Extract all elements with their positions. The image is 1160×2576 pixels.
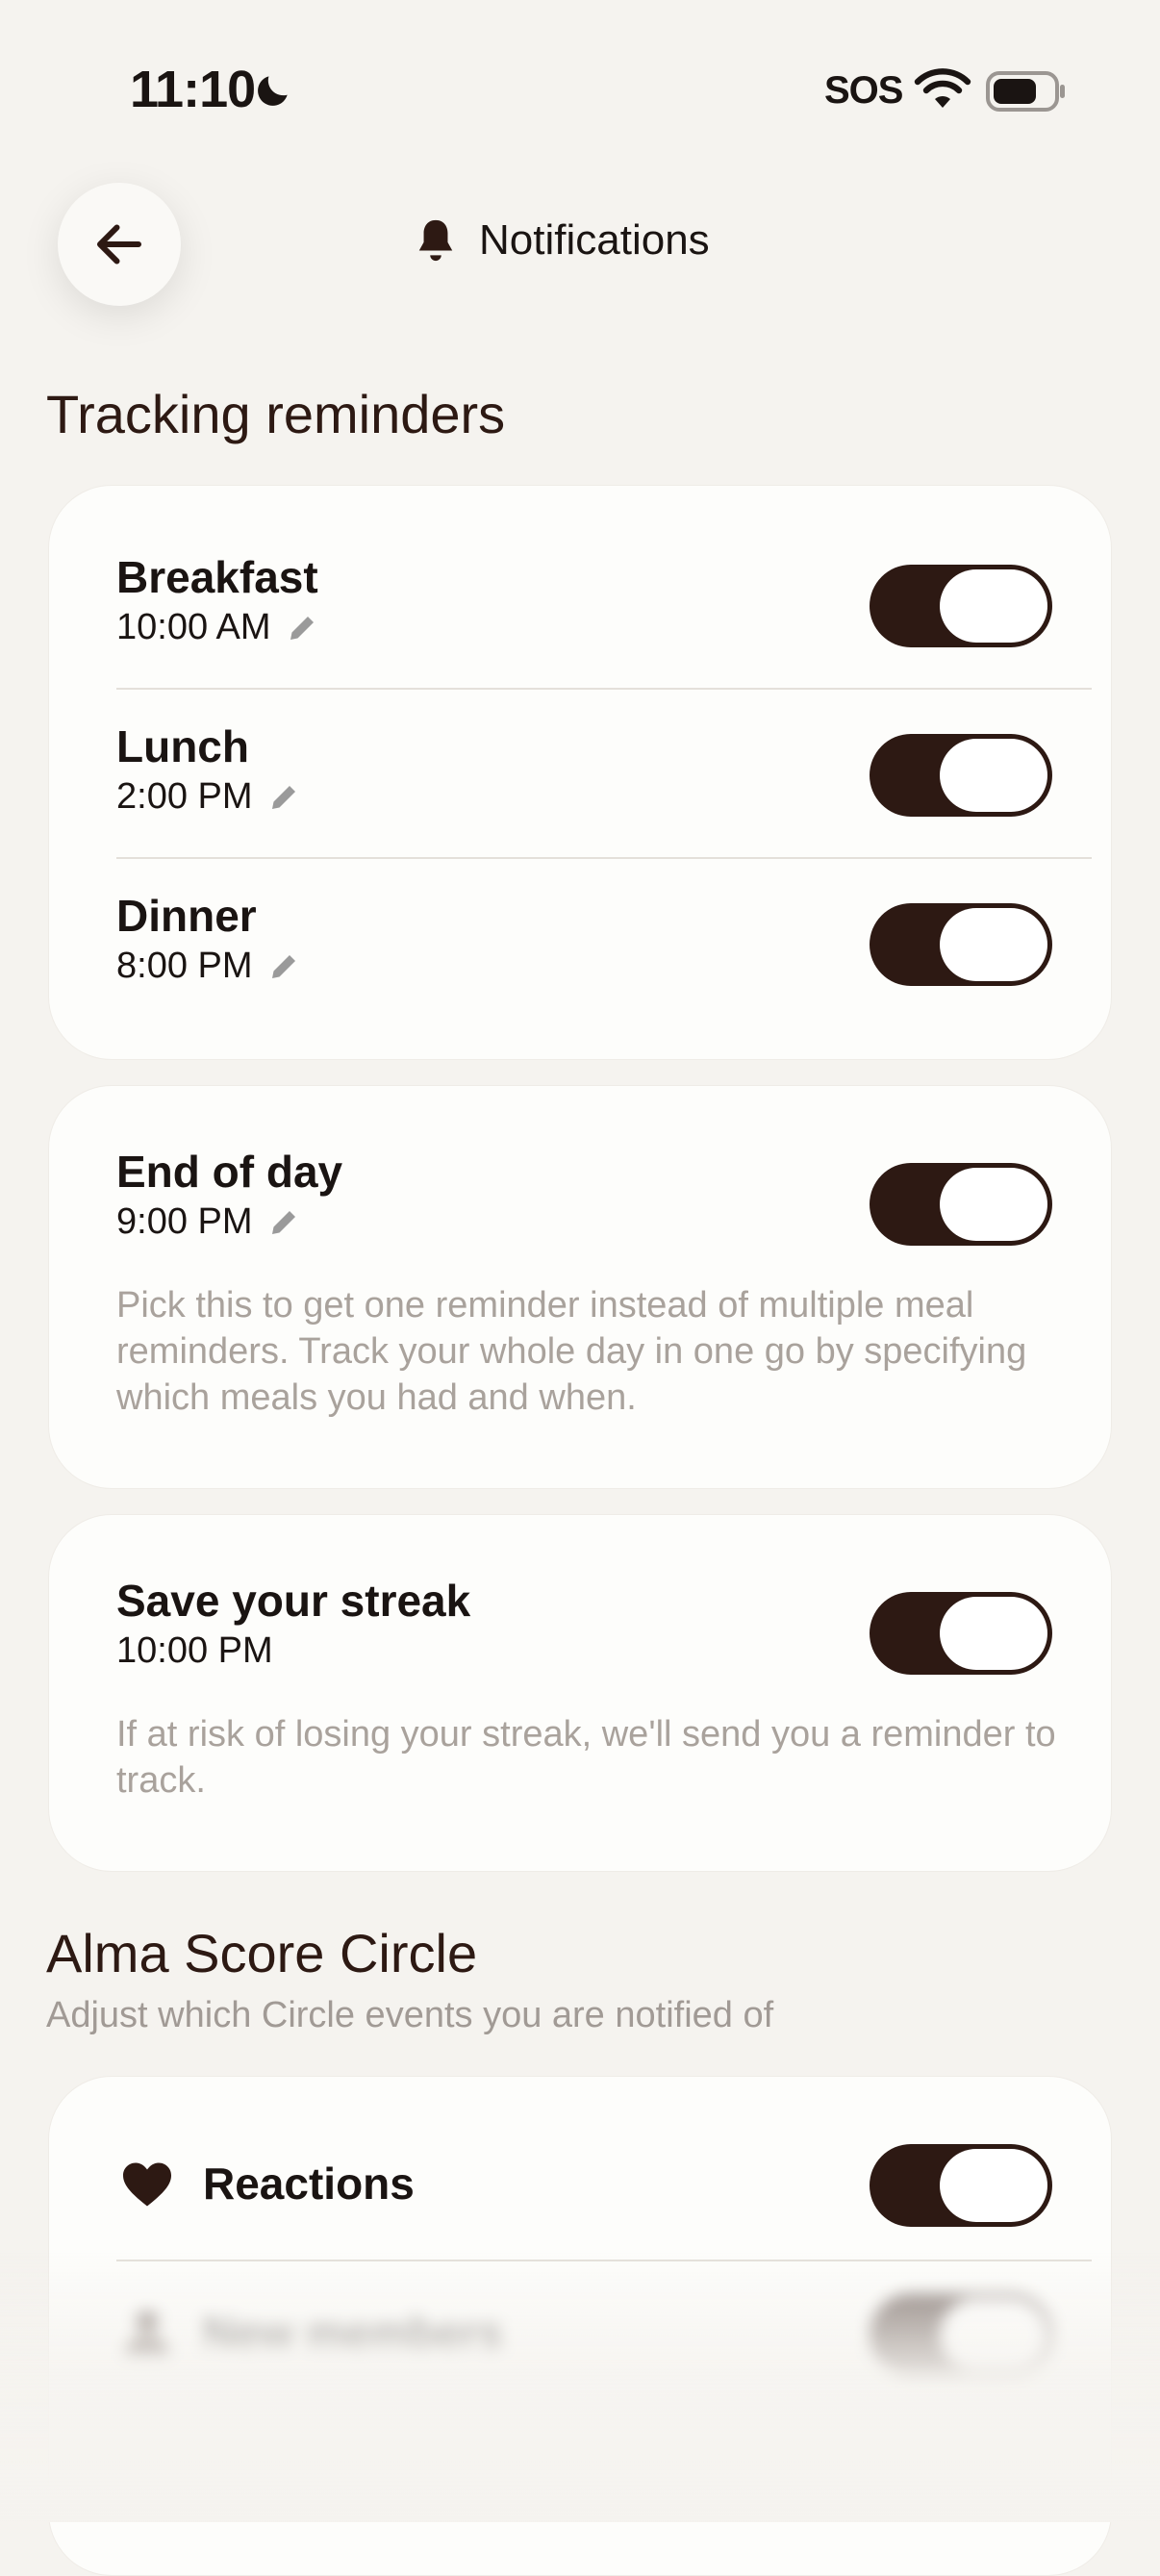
circle-heading: Alma Score Circle [46,1923,478,1983]
pencil-icon[interactable] [266,949,301,984]
end-of-day-time-text: 9:00 PM [116,1201,253,1242]
streak-time: 10:00 PM [116,1630,273,1672]
sos-indicator: SOS [824,69,903,112]
meal-reminders-card: Breakfast 10:00 AM Lunch 2:00 PM Dinner … [48,485,1112,1060]
person-icon [125,2311,169,2357]
end-of-day-toggle[interactable] [870,1163,1052,1246]
circle-card: Reactions New members [48,2076,1112,2576]
breakfast-time-text: 10:00 AM [116,607,271,647]
dinner-time-text: 8:00 PM [116,946,253,986]
divider [116,857,1092,859]
end-of-day-label: End of day [116,1147,343,1197]
lunch-time-text: 2:00 PM [116,776,253,817]
streak-description: If at risk of losing your streak, we'll … [116,1714,1056,1801]
bell-icon [418,219,453,262]
new-members-toggle[interactable] [870,2294,1052,2377]
tracking-reminders-heading: Tracking reminders [46,384,506,444]
new-members-label: New members [203,2309,503,2359]
lunch-label: Lunch [116,721,249,771]
page-header: Notifications [414,212,710,269]
streak-toggle[interactable] [870,1592,1052,1675]
status-time: 11:10 [130,61,256,118]
back-button[interactable] [58,183,181,306]
toggle-knob [940,2149,1047,2222]
breakfast-toggle[interactable] [870,565,1052,647]
toggle-knob [940,1168,1047,1241]
divider [116,688,1092,690]
toggle-knob [940,2299,1047,2372]
battery-icon [986,71,1065,112]
end-of-day-time[interactable]: 9:00 PM [116,1201,301,1243]
page-title: Notifications [479,216,710,264]
lunch-time[interactable]: 2:00 PM [116,776,301,818]
streak-label: Save your streak [116,1576,471,1626]
circle-subheading: Adjust which Circle events you are notif… [46,1995,774,2035]
pencil-icon[interactable] [266,780,301,815]
dinner-label: Dinner [116,891,257,941]
pencil-icon[interactable] [266,1205,301,1240]
reactions-label: Reactions [203,2159,415,2209]
end-of-day-description: Pick this to get one reminder instead of… [116,1285,1027,1418]
heart-icon [123,2162,171,2207]
lunch-toggle[interactable] [870,734,1052,817]
end-of-day-card: End of day 9:00 PM Pick this to get one … [48,1085,1112,1489]
toggle-knob [940,908,1047,981]
streak-time-text: 10:00 PM [116,1630,273,1671]
wifi-icon [914,68,971,108]
streak-card: Save your streak 10:00 PM If at risk of … [48,1514,1112,1872]
divider [116,2260,1092,2261]
toggle-knob [940,1597,1047,1670]
toggle-knob [940,569,1047,643]
toggle-knob [940,739,1047,812]
moon-icon [258,76,288,106]
breakfast-label: Breakfast [116,552,318,602]
pencil-icon[interactable] [285,611,319,645]
dinner-toggle[interactable] [870,903,1052,986]
breakfast-time[interactable]: 10:00 AM [116,607,319,648]
dinner-time[interactable]: 8:00 PM [116,946,301,987]
reactions-toggle[interactable] [870,2144,1052,2227]
arrow-left-icon [97,224,141,265]
divider [116,2410,1092,2412]
